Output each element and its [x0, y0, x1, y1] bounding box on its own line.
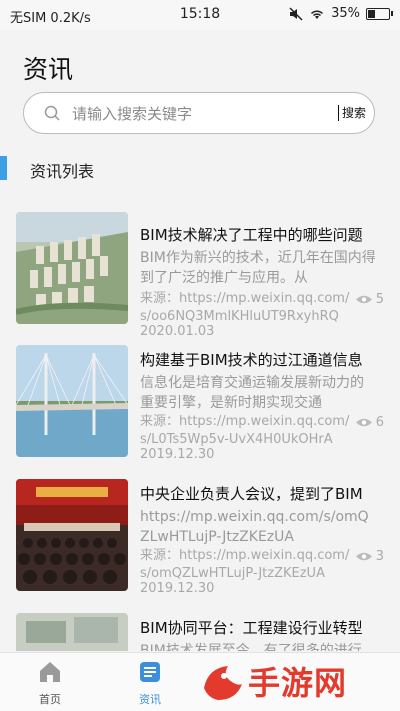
news-title: BIM协同平台：工程建设行业转型 — [140, 619, 363, 637]
news-item[interactable]: 构建基于BIM技术的过江通道信息 信息化是培育交通运输发展新动力的重要引擎，是新… — [0, 345, 400, 475]
view-count-value: 3 — [375, 549, 384, 564]
wifi-icon — [311, 10, 324, 19]
search-button[interactable]: 搜索 — [337, 105, 366, 121]
status-bar: 无SIM 0.2K/s 15:18 35% — [0, 0, 400, 30]
news-summary: 信息化是培育交通运输发展新动力的重要引擎，是新时期实现交通 — [140, 375, 364, 411]
bird-logo-icon — [204, 666, 242, 700]
news-item[interactable]: BIM协同平台：工程建设行业转型 BIM技术发展至今，有了很多的进行 — [0, 613, 400, 651]
news-title: 构建基于BIM技术的过江通道信息 — [140, 351, 363, 369]
search-icon — [44, 105, 60, 121]
eye-icon — [355, 552, 372, 561]
battery-level — [368, 9, 375, 18]
search-bar[interactable]: 搜索 — [23, 92, 375, 134]
view-count-value: 6 — [375, 415, 384, 430]
tab-label: 首页 — [39, 693, 61, 706]
eye-icon — [355, 295, 372, 304]
news-summary: BIM作为新兴的技术，近几年在国内得到了广泛的推广与应用。从 — [140, 250, 376, 286]
search-input[interactable] — [70, 101, 314, 127]
news-title: 中央企业负责人会议，提到了BIM — [140, 485, 363, 503]
section-accent-bar — [0, 156, 7, 180]
news-title: BIM技术解决了工程中的哪些问题 — [140, 226, 363, 244]
page-title: 资讯 — [23, 55, 74, 84]
news-date: 2019.12.30 — [140, 581, 215, 596]
tab-label: 资讯 — [139, 693, 161, 706]
news-thumbnail — [16, 212, 128, 324]
mute-icon — [289, 6, 303, 21]
eye-icon — [355, 418, 372, 427]
battery-percent: 35% — [331, 6, 360, 21]
news-summary: https://mp.weixin.qq.com/s/omQZLwHTLujP-… — [140, 509, 369, 545]
view-count: 6 — [355, 415, 384, 430]
section-title: 资讯列表 — [30, 162, 95, 181]
news-summary: BIM技术发展至今，有了很多的进行 — [140, 643, 362, 651]
news-source: 来源：https://mp.weixin.qq.com/s/L0Ts5Wp5v-… — [140, 414, 350, 447]
news-source: 来源：https://mp.weixin.qq.com/s/omQZLwHTLu… — [140, 548, 350, 581]
news-source: 来源：https://mp.weixin.qq.com/s/oo6NQ3MmlK… — [140, 291, 350, 324]
watermark-text: 手游网 — [248, 664, 348, 702]
battery-icon — [366, 7, 393, 20]
view-count: 5 — [355, 292, 384, 307]
news-date: 2019.12.30 — [140, 447, 215, 462]
news-item[interactable]: BIM技术解决了工程中的哪些问题 BIM作为新兴的技术，近几年在国内得到了广泛的… — [0, 212, 400, 342]
tab-home[interactable]: 首页 — [10, 653, 90, 711]
news-thumbnail — [16, 613, 128, 651]
tab-news[interactable]: 资讯 — [110, 653, 190, 711]
news-date: 2020.01.03 — [140, 324, 215, 339]
view-count-value: 5 — [375, 292, 384, 307]
news-item[interactable]: 中央企业负责人会议，提到了BIM https://mp.weixin.qq.co… — [0, 479, 400, 609]
watermark-logo: 手游网 — [196, 652, 386, 710]
news-thumbnail — [16, 479, 128, 591]
view-count: 3 — [355, 549, 384, 564]
status-icons: 35% — [289, 6, 393, 21]
news-icon — [140, 662, 160, 682]
news-thumbnail — [16, 345, 128, 457]
home-icon — [40, 662, 60, 682]
